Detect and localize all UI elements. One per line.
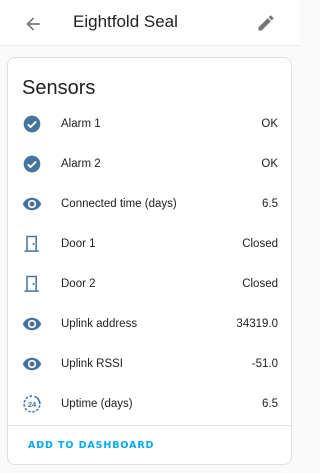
sensor-value: 34319.0 [236, 318, 278, 330]
sensor-row-alarm-1[interactable]: Alarm 1 OK [8, 104, 291, 144]
sensor-row-door-1[interactable]: Door 1 Closed [8, 224, 291, 264]
sensor-list: Alarm 1 OK Alarm 2 OK Connected time (da… [8, 104, 291, 424]
sensor-row-door-2[interactable]: Door 2 Closed [8, 264, 291, 304]
eye-icon [22, 194, 42, 214]
sensor-row-uplink-address[interactable]: Uplink address 34319.0 [8, 304, 291, 344]
pencil-icon [258, 15, 274, 31]
sensor-value: OK [261, 118, 278, 130]
sensor-value: OK [261, 158, 278, 170]
sensor-value: Closed [242, 278, 278, 290]
card-divider [8, 425, 291, 426]
door-icon [22, 234, 42, 254]
edit-button[interactable] [252, 9, 280, 37]
sensor-value: 6.5 [262, 398, 278, 410]
sensor-row-alarm-2[interactable]: Alarm 2 OK [8, 144, 291, 184]
sensor-value: 6.5 [262, 198, 278, 210]
door-icon [22, 274, 42, 294]
check-circle-icon [22, 154, 42, 174]
sensor-name: Uptime (days) [61, 398, 133, 410]
sensor-name: Uplink RSSI [61, 358, 123, 370]
add-to-dashboard-button[interactable]: ADD TO DASHBOARD [20, 436, 162, 455]
sensors-card: Sensors Alarm 1 OK Alarm 2 OK Connected … [7, 57, 292, 465]
eye-icon [22, 314, 42, 334]
sensor-row-uptime[interactable]: 24 Uptime (days) 6.5 [8, 384, 291, 424]
card-title: Sensors [22, 77, 96, 99]
sensor-name: Alarm 2 [61, 158, 101, 170]
check-circle-icon [22, 114, 42, 134]
sensor-name: Uplink address [61, 318, 138, 330]
sensor-value: -51.0 [251, 358, 278, 370]
sensor-name: Connected time (days) [61, 198, 177, 210]
sensor-row-uplink-rssi[interactable]: Uplink RSSI -51.0 [8, 344, 291, 384]
sensor-value: Closed [242, 238, 278, 250]
sensor-name: Door 1 [61, 238, 96, 250]
eye-icon [22, 354, 42, 374]
back-button[interactable] [19, 10, 47, 38]
sensor-name: Alarm 1 [61, 118, 101, 130]
arrow-left-icon [26, 17, 40, 31]
sensor-row-connected-time[interactable]: Connected time (days) 6.5 [8, 184, 291, 224]
page-title: Eightfold Seal [73, 12, 178, 31]
sensor-name: Door 2 [61, 278, 96, 290]
svg-text:24: 24 [28, 400, 37, 409]
top-app-bar: Eightfold Seal [0, 0, 300, 46]
hours-24-icon: 24 [22, 394, 42, 414]
